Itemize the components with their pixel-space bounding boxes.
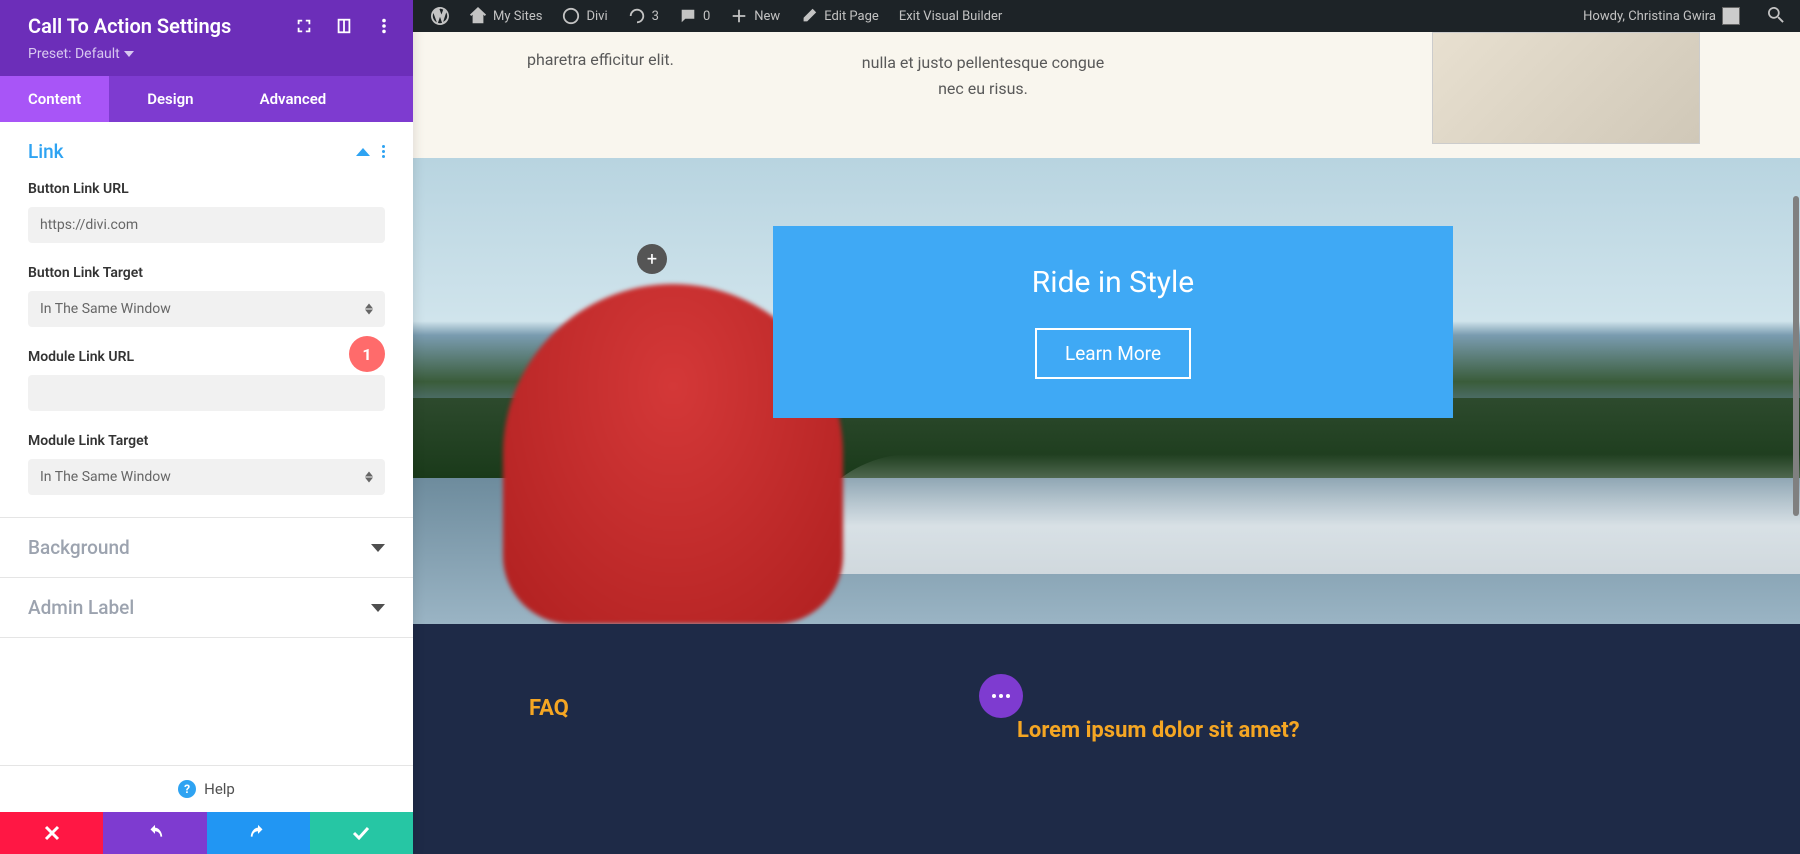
new-label: New bbox=[754, 9, 780, 24]
wp-logo-menu[interactable] bbox=[421, 0, 459, 32]
redo-button[interactable] bbox=[207, 812, 310, 854]
field-module-link-target: Module Link Target In The Same Window bbox=[0, 433, 413, 517]
new-menu[interactable]: New bbox=[720, 0, 790, 32]
edit-page-menu[interactable]: Edit Page bbox=[790, 0, 889, 32]
image-placeholder bbox=[1432, 32, 1700, 144]
ellipsis-icon bbox=[992, 694, 1010, 698]
pencil-icon bbox=[800, 7, 818, 25]
undo-button[interactable] bbox=[103, 812, 206, 854]
preset-dropdown[interactable]: Preset: Default bbox=[28, 46, 393, 62]
save-button[interactable] bbox=[310, 812, 413, 854]
home-icon bbox=[469, 7, 487, 25]
tab-advanced[interactable]: Advanced bbox=[232, 76, 355, 122]
text-block: pharetra efficitur elit. bbox=[527, 50, 674, 69]
divi-icon bbox=[562, 7, 580, 25]
top-content-section: pharetra efficitur elit. nulla et justo … bbox=[413, 32, 1800, 158]
divi-menu[interactable]: Divi bbox=[552, 0, 617, 32]
field-button-link-target: Button Link Target In The Same Window bbox=[0, 265, 413, 349]
edit-page-label: Edit Page bbox=[824, 9, 879, 24]
preset-label: Preset: Default bbox=[28, 46, 120, 62]
scrollbar-thumb[interactable] bbox=[1793, 196, 1799, 516]
module-link-target-label: Module Link Target bbox=[28, 433, 385, 449]
updates-icon bbox=[628, 7, 646, 25]
undo-icon bbox=[146, 824, 164, 842]
help-icon: ? bbox=[178, 780, 196, 798]
faq-section: FAQ Lorem ipsum dolor sit amet? bbox=[413, 624, 1800, 854]
comments-count: 0 bbox=[703, 9, 710, 24]
text-block: nulla et justo pellentesque congue nec e… bbox=[853, 50, 1113, 101]
chevron-down-icon bbox=[371, 601, 385, 615]
section-background-header[interactable]: Background bbox=[0, 518, 413, 577]
chevron-down-icon bbox=[371, 541, 385, 555]
faq-question: Lorem ipsum dolor sit amet? bbox=[1017, 718, 1300, 743]
divi-label: Divi bbox=[586, 9, 607, 24]
hero-boat bbox=[793, 454, 1800, 574]
kebab-icon[interactable] bbox=[375, 17, 393, 35]
wordpress-icon bbox=[431, 7, 449, 25]
select-arrows-icon bbox=[365, 472, 373, 483]
comments-icon bbox=[679, 7, 697, 25]
section-admin-label-title: Admin Label bbox=[28, 596, 134, 619]
chevron-up-icon bbox=[356, 145, 370, 159]
plus-icon bbox=[730, 7, 748, 25]
tab-design[interactable]: Design bbox=[119, 76, 221, 122]
check-icon bbox=[352, 826, 370, 840]
section-link-title: Link bbox=[28, 140, 64, 163]
chevron-down-icon bbox=[124, 51, 134, 57]
tabs: Content Design Advanced bbox=[0, 76, 413, 122]
exit-vb-menu[interactable]: Exit Visual Builder bbox=[889, 0, 1012, 32]
builder-fab-button[interactable] bbox=[979, 674, 1023, 718]
exit-vb-label: Exit Visual Builder bbox=[899, 9, 1002, 24]
section-admin-label-header[interactable]: Admin Label bbox=[0, 578, 413, 637]
close-icon bbox=[44, 825, 60, 841]
content-area: pharetra efficitur elit. nulla et justo … bbox=[413, 32, 1800, 854]
my-sites-label: My Sites bbox=[493, 9, 542, 24]
updates-menu[interactable]: 3 bbox=[618, 0, 669, 32]
faq-title: FAQ bbox=[529, 696, 569, 721]
section-kebab-icon[interactable] bbox=[382, 145, 385, 158]
user-menu[interactable]: Howdy, Christina Gwira bbox=[1573, 0, 1750, 32]
section-link-header[interactable]: Link bbox=[0, 122, 413, 181]
cancel-button[interactable] bbox=[0, 812, 103, 854]
cta-learn-more-button[interactable]: Learn More bbox=[1035, 328, 1191, 379]
drag-icon[interactable] bbox=[335, 17, 353, 35]
cta-module[interactable]: Ride in Style Learn More bbox=[773, 226, 1453, 418]
search-menu[interactable] bbox=[1762, 0, 1792, 32]
module-link-url-input[interactable] bbox=[28, 375, 385, 411]
help-label: Help bbox=[204, 780, 235, 798]
panel-header: Call To Action Settings Preset: Default bbox=[0, 0, 413, 76]
section-background-title: Background bbox=[28, 536, 130, 559]
redo-icon bbox=[249, 824, 267, 842]
panel-title: Call To Action Settings bbox=[28, 14, 231, 38]
add-module-button[interactable]: + bbox=[637, 244, 667, 274]
settings-panel: Call To Action Settings Preset: Default … bbox=[0, 0, 413, 854]
module-link-url-label: Module Link URL bbox=[28, 349, 385, 365]
greeting-label: Howdy, Christina Gwira bbox=[1583, 9, 1716, 24]
hero-section: + Ride in Style Learn More bbox=[413, 158, 1800, 624]
panel-body: Link Button Link URL 1 Button Link Targe… bbox=[0, 122, 413, 765]
my-sites-menu[interactable]: My Sites bbox=[459, 0, 552, 32]
search-icon bbox=[1768, 7, 1786, 25]
panel-footer: ? Help bbox=[0, 765, 413, 854]
comments-menu[interactable]: 0 bbox=[669, 0, 720, 32]
avatar bbox=[1722, 7, 1740, 25]
callout-badge: 1 bbox=[349, 336, 385, 372]
updates-count: 3 bbox=[652, 9, 659, 24]
wp-admin-bar: My Sites Divi 3 0 New Edit Page Exit Vis… bbox=[413, 0, 1800, 32]
divider bbox=[0, 637, 413, 638]
button-link-url-input[interactable] bbox=[28, 207, 385, 243]
field-button-link-url: Button Link URL bbox=[0, 181, 413, 265]
button-link-target-label: Button Link Target bbox=[28, 265, 385, 281]
cta-title: Ride in Style bbox=[1032, 265, 1194, 300]
button-link-url-label: Button Link URL bbox=[28, 181, 385, 197]
expand-icon[interactable] bbox=[295, 17, 313, 35]
module-link-target-select[interactable]: In The Same Window bbox=[28, 459, 385, 495]
button-link-target-select[interactable]: In The Same Window bbox=[28, 291, 385, 327]
tab-content[interactable]: Content bbox=[0, 76, 109, 122]
select-arrows-icon bbox=[365, 304, 373, 315]
help-button[interactable]: ? Help bbox=[0, 766, 413, 812]
